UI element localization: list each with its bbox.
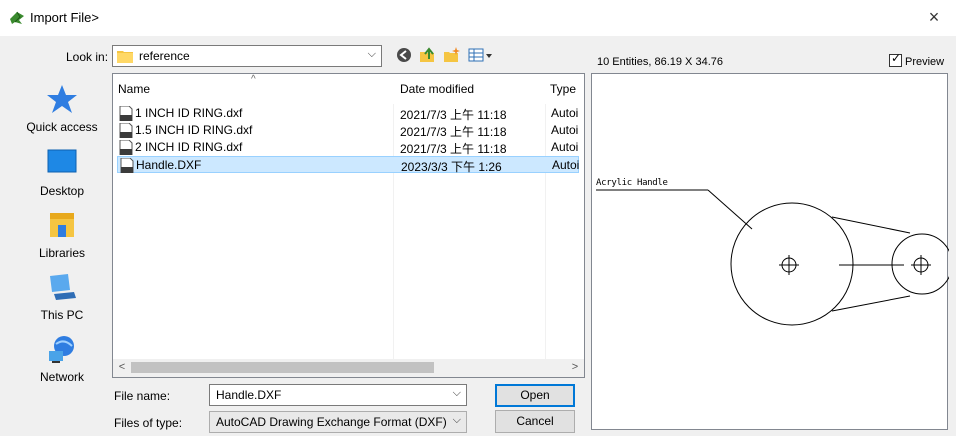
file-list[interactable]: Name ^ Date modified Type 1 INCH ID RING… (112, 73, 585, 378)
dxf-file-icon (119, 140, 133, 155)
place-label: Libraries (38, 246, 86, 260)
network-icon (49, 336, 74, 363)
file-name-cell: Handle.DXF (136, 158, 202, 172)
column-header-type[interactable]: Type (550, 82, 576, 96)
view-menu-icon[interactable] (468, 46, 494, 64)
file-name-cell: 1 INCH ID RING.dxf (135, 106, 243, 120)
scroll-left-icon[interactable]: < (115, 361, 129, 373)
back-icon[interactable] (395, 46, 413, 64)
place-label: Network (39, 370, 84, 384)
sort-ascending-icon: ^ (251, 74, 256, 85)
file-type-select[interactable]: AutoCAD Drawing Exchange Format (DXF) ⌵ (209, 411, 467, 433)
file-type-cell: Autoi (551, 140, 579, 154)
chevron-down-icon[interactable]: ⌵ (453, 387, 461, 400)
horizontal-scrollbar[interactable]: < > (113, 359, 584, 377)
table-row[interactable]: 2 INCH ID RING.dxf 2021/7/3 上午 11:18 Aut… (117, 139, 579, 156)
dxf-file-icon (119, 123, 133, 138)
file-date-cell: 2023/3/3 下午 1:26 (401, 160, 502, 174)
file-name-cell: 1.5 INCH ID RING.dxf (135, 123, 253, 137)
open-button[interactable]: Open (495, 384, 575, 407)
file-date-cell: 2021/7/3 上午 11:18 (400, 108, 507, 122)
file-type-label: Files of type: (114, 416, 183, 430)
file-name-label: File name: (114, 389, 171, 403)
file-name-cell: 2 INCH ID RING.dxf (135, 140, 243, 154)
place-quick-access[interactable]: Quick access (17, 84, 107, 142)
look-in-combo[interactable]: reference ⌵ (112, 45, 382, 67)
place-label: Quick access (26, 120, 98, 134)
folder-icon (117, 51, 133, 63)
file-date-cell: 2021/7/3 上午 11:18 (400, 142, 507, 156)
new-folder-icon[interactable] (443, 46, 461, 64)
file-type-cell: Autoi (551, 123, 579, 137)
quick-access-icon (47, 85, 77, 113)
dxf-drawing-preview (596, 189, 949, 326)
libraries-icon (50, 213, 74, 237)
preview-entity-info: 10 Entities, 86.19 X 34.76 (597, 56, 723, 68)
file-type-value: AutoCAD Drawing Exchange Format (DXF) (216, 415, 447, 429)
desktop-icon (47, 149, 77, 173)
table-row-selected[interactable]: Handle.DXF 2023/3/3 下午 1:26 Autoi (117, 156, 580, 174)
place-libraries[interactable]: Libraries (17, 210, 107, 268)
up-folder-icon[interactable] (418, 46, 436, 64)
file-type-cell: Autoi (552, 158, 580, 172)
place-network[interactable]: Network (17, 334, 107, 392)
checkmark-icon: ✓ (891, 51, 902, 65)
dxf-file-icon (120, 158, 134, 173)
table-row[interactable]: 1.5 INCH ID RING.dxf 2021/7/3 上午 11:18 A… (117, 122, 579, 139)
places-bar: Quick access Desktop Libraries This PC N… (17, 70, 107, 400)
place-this-pc[interactable]: This PC (17, 272, 107, 330)
this-pc-icon (50, 274, 76, 300)
file-name-value: Handle.DXF (216, 388, 282, 402)
dxf-file-icon (119, 106, 133, 121)
table-row[interactable]: 1 INCH ID RING.dxf 2021/7/3 上午 11:18 Aut… (117, 105, 579, 122)
cancel-button[interactable]: Cancel (495, 410, 575, 433)
place-label: Desktop (39, 184, 85, 198)
place-desktop[interactable]: Desktop (17, 148, 107, 206)
file-date-cell: 2021/7/3 上午 11:18 (400, 125, 507, 139)
look-in-value: reference (139, 49, 190, 63)
file-type-cell: Autoi (551, 106, 579, 120)
scrollbar-thumb[interactable] (131, 362, 434, 373)
app-icon (10, 11, 24, 24)
preview-checkbox-label: Preview (905, 56, 945, 68)
chevron-down-icon[interactable]: ⌵ (368, 48, 376, 61)
preview-pane: Acrylic Handle (591, 73, 949, 430)
close-icon[interactable]: × (924, 7, 944, 27)
window-title: Import File> (30, 10, 99, 25)
scroll-right-icon[interactable]: > (568, 361, 582, 373)
column-header-name[interactable]: Name (118, 82, 150, 96)
place-label: This PC (40, 308, 84, 322)
file-name-input[interactable]: Handle.DXF ⌵ (209, 384, 467, 406)
column-header-date[interactable]: Date modified (400, 82, 474, 96)
look-in-label: Look in: (66, 50, 109, 64)
chevron-down-icon[interactable]: ⌵ (453, 414, 461, 427)
title-bar: Import File> × (0, 0, 956, 36)
